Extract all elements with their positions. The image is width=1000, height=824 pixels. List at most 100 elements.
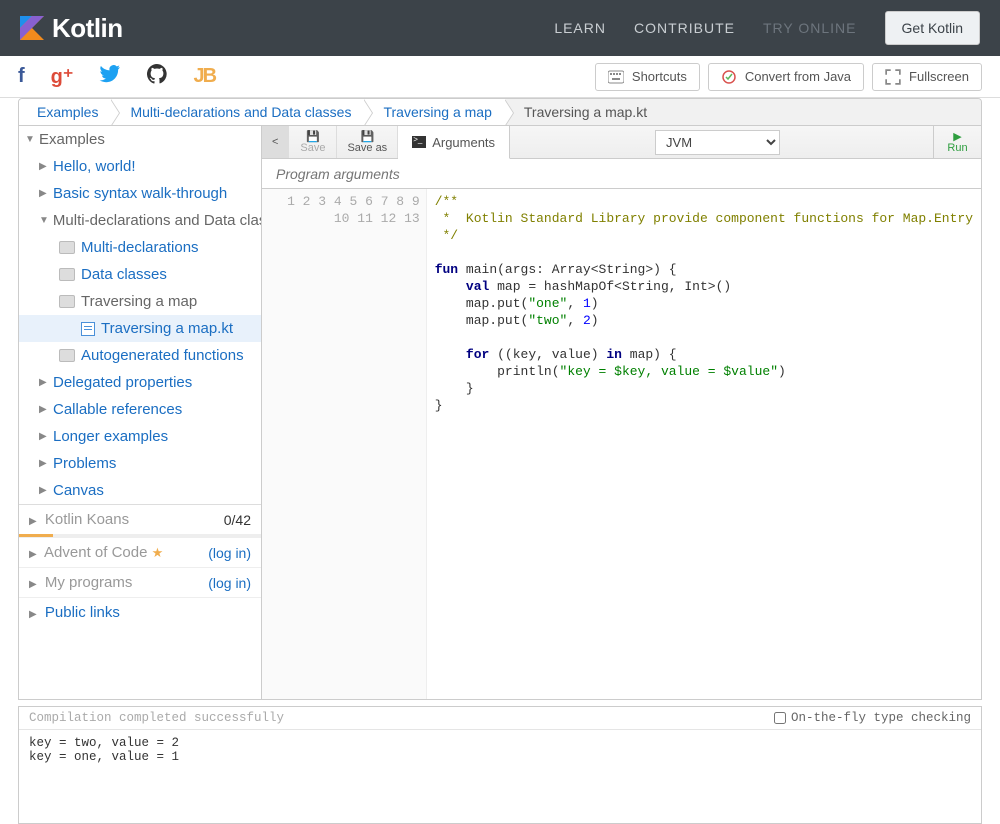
- editor-panel: < 💾Save 💾Save as Arguments JVM ▶Run 1 2 …: [262, 126, 981, 699]
- tree-delegated-label: Delegated properties: [53, 374, 192, 391]
- typecheck-label: On-the-fly type checking: [791, 711, 971, 725]
- tree-traversing[interactable]: Traversing a map: [19, 288, 261, 315]
- tree-basic-label: Basic syntax walk-through: [53, 185, 227, 202]
- tree-examples-label: Examples: [39, 131, 105, 148]
- tree-multi-label: Multi-declarations and Data classes: [53, 212, 261, 229]
- tree-autogen[interactable]: Autogenerated functions: [19, 342, 261, 369]
- twitter-icon[interactable]: [99, 65, 121, 89]
- folder-icon: [59, 349, 75, 362]
- compile-status: Compilation completed successfully: [29, 711, 284, 725]
- chevron-left-icon: <: [272, 136, 278, 148]
- social-tool-row: f g⁺ JB Shortcuts Convert from Java Full…: [0, 56, 1000, 98]
- convert-icon: [721, 69, 737, 85]
- folder-icon: [59, 268, 75, 281]
- tree-problems-label: Problems: [53, 455, 116, 472]
- googleplus-icon[interactable]: g⁺: [51, 64, 74, 89]
- keyboard-icon: [608, 69, 624, 85]
- arguments-label: Arguments: [432, 135, 495, 150]
- caret-icon: ▶: [29, 579, 37, 590]
- jetbrains-icon[interactable]: JB: [193, 65, 215, 88]
- tree-md-label: Multi-declarations: [81, 239, 199, 256]
- public-label: Public links: [45, 604, 120, 621]
- sidebar-myprograms[interactable]: ▶ My programs (log in): [19, 567, 261, 597]
- save-label: Save: [300, 142, 325, 154]
- convert-label: Convert from Java: [745, 69, 851, 84]
- tree-multideclarations[interactable]: Multi-declarations: [19, 234, 261, 261]
- run-label: Run: [947, 142, 967, 154]
- crumb-multi[interactable]: Multi-declarations and Data classes: [112, 99, 365, 125]
- koans-count: 0/42: [224, 512, 251, 528]
- play-icon: ▶: [953, 130, 961, 142]
- target-select[interactable]: JVM: [655, 130, 780, 155]
- tree-tmkt-label: Traversing a map.kt: [101, 320, 233, 337]
- code-lines[interactable]: /** * Kotlin Standard Library provide co…: [427, 189, 981, 699]
- folder-icon: [59, 295, 75, 308]
- sidebar-advent[interactable]: ▶ Advent of Code ★ (log in): [19, 537, 261, 567]
- advent-login[interactable]: (log in): [208, 545, 251, 561]
- crumb-traversing[interactable]: Traversing a map: [365, 99, 505, 125]
- editor-toolbar: < 💾Save 💾Save as Arguments JVM ▶Run: [262, 126, 981, 159]
- tree-longer[interactable]: Longer examples: [19, 423, 261, 450]
- folder-icon: [59, 241, 75, 254]
- social-icons: f g⁺ JB: [18, 64, 215, 90]
- run-button[interactable]: ▶Run: [933, 126, 981, 158]
- crumb-examples[interactable]: Examples: [19, 99, 112, 125]
- saveas-icon: 💾: [360, 130, 374, 142]
- saveas-button[interactable]: 💾Save as: [337, 126, 398, 158]
- save-button[interactable]: 💾Save: [289, 126, 337, 158]
- back-button[interactable]: <: [262, 126, 289, 158]
- arguments-input[interactable]: [262, 159, 981, 189]
- caret-icon: ▶: [29, 609, 37, 620]
- github-icon[interactable]: [147, 64, 167, 90]
- terminal-icon: [412, 136, 426, 148]
- tree-problems[interactable]: Problems: [19, 450, 261, 477]
- convert-java-button[interactable]: Convert from Java: [708, 63, 864, 91]
- tree-dataclasses[interactable]: Data classes: [19, 261, 261, 288]
- advent-label: Advent of Code: [44, 544, 147, 561]
- get-kotlin-button[interactable]: Get Kotlin: [885, 11, 980, 45]
- tree: Examples Hello, world! Basic syntax walk…: [19, 126, 261, 504]
- tree-hello[interactable]: Hello, world!: [19, 153, 261, 180]
- tree-examples[interactable]: Examples: [19, 126, 261, 153]
- tree-canvas-label: Canvas: [53, 482, 104, 499]
- nav-learn[interactable]: LEARN: [554, 20, 606, 36]
- tree-canvas[interactable]: Canvas: [19, 477, 261, 504]
- output-header: Compilation completed successfully On-th…: [19, 707, 981, 730]
- tree-basic[interactable]: Basic syntax walk-through: [19, 180, 261, 207]
- top-header: Kotlin LEARN CONTRIBUTE TRY ONLINE Get K…: [0, 0, 1000, 56]
- code-editor[interactable]: 1 2 3 4 5 6 7 8 9 10 11 12 13 /** * Kotl…: [262, 189, 981, 699]
- file-icon: [81, 322, 95, 336]
- shortcuts-button[interactable]: Shortcuts: [595, 63, 700, 91]
- tree-traversing-file[interactable]: Traversing a map.kt: [19, 315, 261, 342]
- caret-icon: ▶: [29, 516, 37, 527]
- tree-ag-label: Autogenerated functions: [81, 347, 244, 364]
- tree-callable-label: Callable references: [53, 401, 182, 418]
- fullscreen-button[interactable]: Fullscreen: [872, 63, 982, 91]
- brand-text: Kotlin: [52, 13, 123, 44]
- nav-contribute[interactable]: CONTRIBUTE: [634, 20, 735, 36]
- output-panel: Compilation completed successfully On-th…: [18, 706, 982, 824]
- saveas-label: Save as: [347, 142, 387, 154]
- myprograms-label: My programs: [45, 574, 133, 591]
- tab-arguments[interactable]: Arguments: [398, 126, 510, 159]
- brand[interactable]: Kotlin: [20, 13, 123, 44]
- line-gutter: 1 2 3 4 5 6 7 8 9 10 11 12 13: [262, 189, 427, 699]
- sidebar: Examples Hello, world! Basic syntax walk…: [19, 126, 262, 699]
- tree-delegated[interactable]: Delegated properties: [19, 369, 261, 396]
- nav-try-online[interactable]: TRY ONLINE: [763, 20, 857, 36]
- myprograms-login[interactable]: (log in): [208, 575, 251, 591]
- tree-callable[interactable]: Callable references: [19, 396, 261, 423]
- shortcuts-label: Shortcuts: [632, 69, 687, 84]
- tree-multi[interactable]: Multi-declarations and Data classes: [19, 207, 261, 234]
- typecheck-toggle[interactable]: On-the-fly type checking: [774, 711, 971, 725]
- sidebar-public[interactable]: ▶ Public links: [19, 597, 261, 627]
- sidebar-koans[interactable]: ▶ Kotlin Koans 0/42: [19, 504, 261, 534]
- koans-label: Kotlin Koans: [45, 511, 129, 528]
- typecheck-checkbox[interactable]: [774, 712, 786, 724]
- fullscreen-icon: [885, 69, 901, 85]
- tool-buttons: Shortcuts Convert from Java Fullscreen: [595, 63, 982, 91]
- tree-longer-label: Longer examples: [53, 428, 168, 445]
- crumb-file: Traversing a map.kt: [506, 99, 981, 125]
- koans-progress: [19, 534, 261, 537]
- facebook-icon[interactable]: f: [18, 65, 25, 88]
